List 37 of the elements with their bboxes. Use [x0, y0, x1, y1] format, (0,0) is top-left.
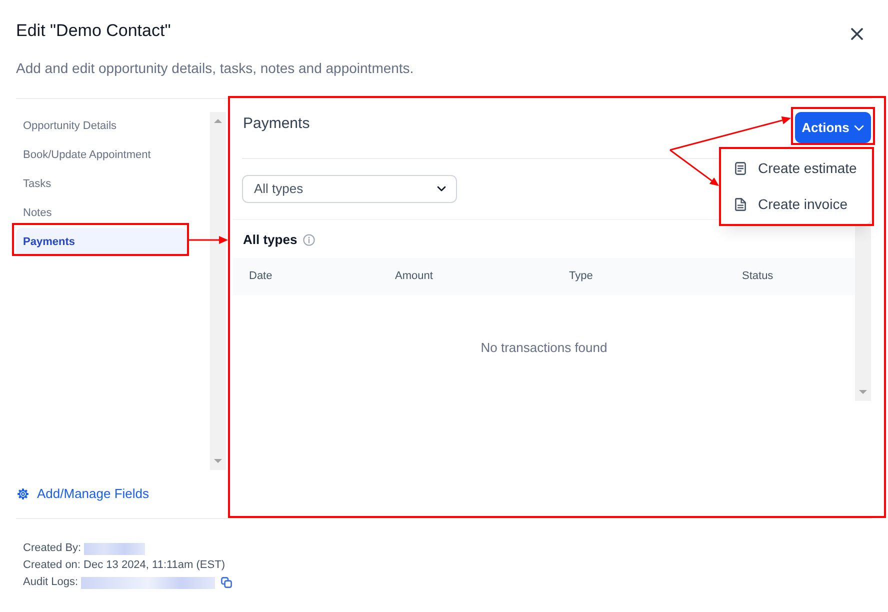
meta-text: Created on: Dec 13 2024, 11:11am (EST) — [23, 558, 225, 573]
annotation-arrow — [189, 236, 228, 244]
info-icon[interactable] — [303, 234, 316, 246]
sidebar-item[interactable]: Book/Update Appointment — [16, 141, 187, 170]
sidebar-item[interactable]: Opportunity Details — [16, 112, 187, 141]
chevron-down-icon — [437, 186, 446, 192]
menu-item[interactable]: Create invoice — [721, 186, 871, 222]
column-header: Status — [742, 269, 774, 284]
section-title: Payments — [243, 114, 310, 134]
filter-heading: All types — [243, 232, 298, 248]
redacted-value — [84, 542, 146, 554]
type-filter-dropdown[interactable]: All types — [242, 175, 457, 203]
scroll-down-icon[interactable] — [859, 390, 867, 394]
sidebar-item[interactable]: Tasks — [16, 170, 187, 199]
empty-message: No transactions found — [480, 339, 608, 358]
chevron-down-icon — [854, 124, 864, 130]
document-icon — [735, 198, 746, 211]
sidebar-item[interactable]: Payments — [16, 228, 187, 257]
sidebar-item[interactable]: Notes — [16, 199, 187, 228]
dialog-title: Edit "Demo Contact" — [16, 20, 171, 42]
scroll-up-icon[interactable] — [214, 119, 222, 123]
column-header: Amount — [395, 269, 434, 284]
copy-icon[interactable] — [221, 577, 232, 588]
actions-button[interactable]: Actions — [795, 112, 871, 143]
meta-text: Audit Logs: — [23, 575, 78, 590]
dialog-subtitle: Add and edit opportunity details, tasks, notes and appointments. — [15, 59, 415, 78]
document-lines-icon — [735, 162, 746, 176]
column-header: Type — [569, 269, 594, 284]
gear-icon — [17, 488, 29, 500]
manage-fields-link[interactable]: Add/Manage Fields — [16, 486, 150, 502]
scrollbar[interactable] — [855, 220, 871, 401]
close-icon — [851, 28, 863, 40]
column-header: Date — [249, 269, 274, 284]
scroll-down-icon[interactable] — [214, 459, 222, 463]
menu-item[interactable]: Create estimate — [721, 151, 871, 186]
meta-text: Created By: — [23, 541, 82, 556]
scrollbar[interactable] — [210, 112, 226, 470]
